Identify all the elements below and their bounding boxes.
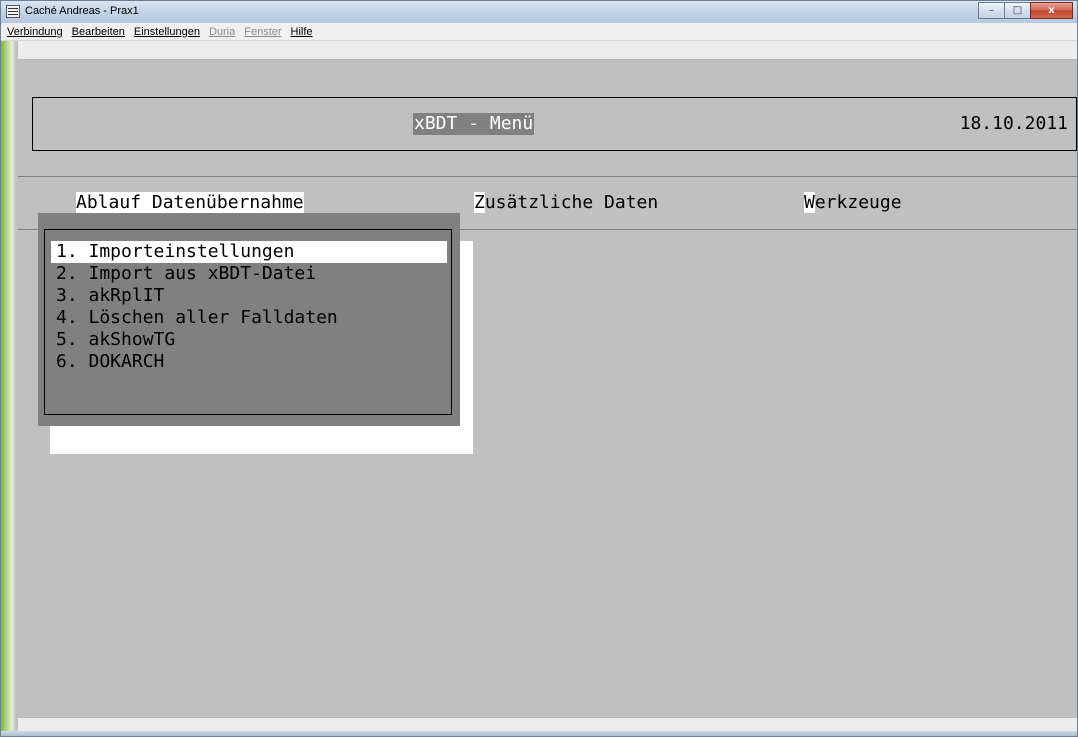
dropdown-item-import-xbdt[interactable]: 2. Import aus xBDT-Datei: [51, 263, 447, 285]
menu-werkzeuge[interactable]: Werkzeuge: [804, 192, 902, 214]
menu-bearbeiten[interactable]: Bearbeiten: [72, 26, 125, 38]
dropdown-menu: 1. Importeinstellungen 2. Import aus xBD…: [38, 213, 460, 426]
menu-einstellungen[interactable]: Einstellungen: [134, 26, 200, 38]
screen-title: xBDT - Menü: [413, 113, 535, 135]
window-bottom-frame: [1, 731, 1077, 736]
desktop-edge: [1, 41, 18, 736]
screen-date: 18.10.2011: [959, 113, 1068, 134]
screen-header: xBDT - Menü 18.10.2011: [32, 97, 1077, 151]
dropdown-item-importeinstellungen[interactable]: 1. Importeinstellungen: [51, 241, 447, 263]
menu-verbindung[interactable]: Verbindung: [7, 26, 63, 38]
dropdown-frame: 1. Importeinstellungen 2. Import aus xBD…: [44, 229, 452, 415]
menu-hotkey: Z: [474, 192, 485, 213]
menu-ablauf-datenuebernahme[interactable]: Ablauf Datenübernahme: [76, 192, 304, 214]
dropdown-item-akshowtg[interactable]: 5. akShowTG: [51, 329, 447, 351]
menu-label: usätzliche Daten: [484, 192, 659, 213]
status-strip: [18, 717, 1077, 732]
menu-duria[interactable]: Duria: [209, 26, 235, 38]
menu-divider-top: [18, 176, 1077, 177]
title-bar[interactable]: Caché Andreas - Prax1 – □ x: [1, 1, 1077, 23]
menu-fenster[interactable]: Fenster: [244, 26, 281, 38]
menu-bar: Verbindung Bearbeiten Einstellungen Duri…: [1, 23, 1077, 41]
menu-hotkey: A: [76, 192, 87, 213]
terminal-area[interactable]: xBDT - Menü 18.10.2011 Ablauf Datenübern…: [1, 41, 1077, 736]
app-window: Caché Andreas - Prax1 – □ x Verbindung B…: [0, 0, 1078, 737]
menu-hilfe[interactable]: Hilfe: [291, 26, 313, 38]
menu-zusaetzliche-daten[interactable]: Zusätzliche Daten: [474, 192, 658, 214]
menu-hotkey: W: [804, 192, 815, 213]
minimize-button[interactable]: –: [978, 2, 1005, 19]
app-icon[interactable]: [6, 5, 20, 18]
window-title: Caché Andreas - Prax1: [25, 5, 139, 17]
dropdown-item-loeschen-falldaten[interactable]: 4. Löschen aller Falldaten: [51, 307, 447, 329]
toolbar-strip: [18, 41, 1077, 60]
window-controls: – □ x: [978, 2, 1073, 20]
menu-label: blauf Datenübernahme: [86, 192, 304, 213]
dropdown-item-akrplit[interactable]: 3. akRplIT: [51, 285, 447, 307]
dropdown-item-dokarch[interactable]: 6. DOKARCH: [51, 351, 447, 373]
maximize-button[interactable]: □: [1004, 2, 1031, 19]
menu-label: erkzeuge: [814, 192, 902, 213]
close-button[interactable]: x: [1030, 2, 1073, 19]
